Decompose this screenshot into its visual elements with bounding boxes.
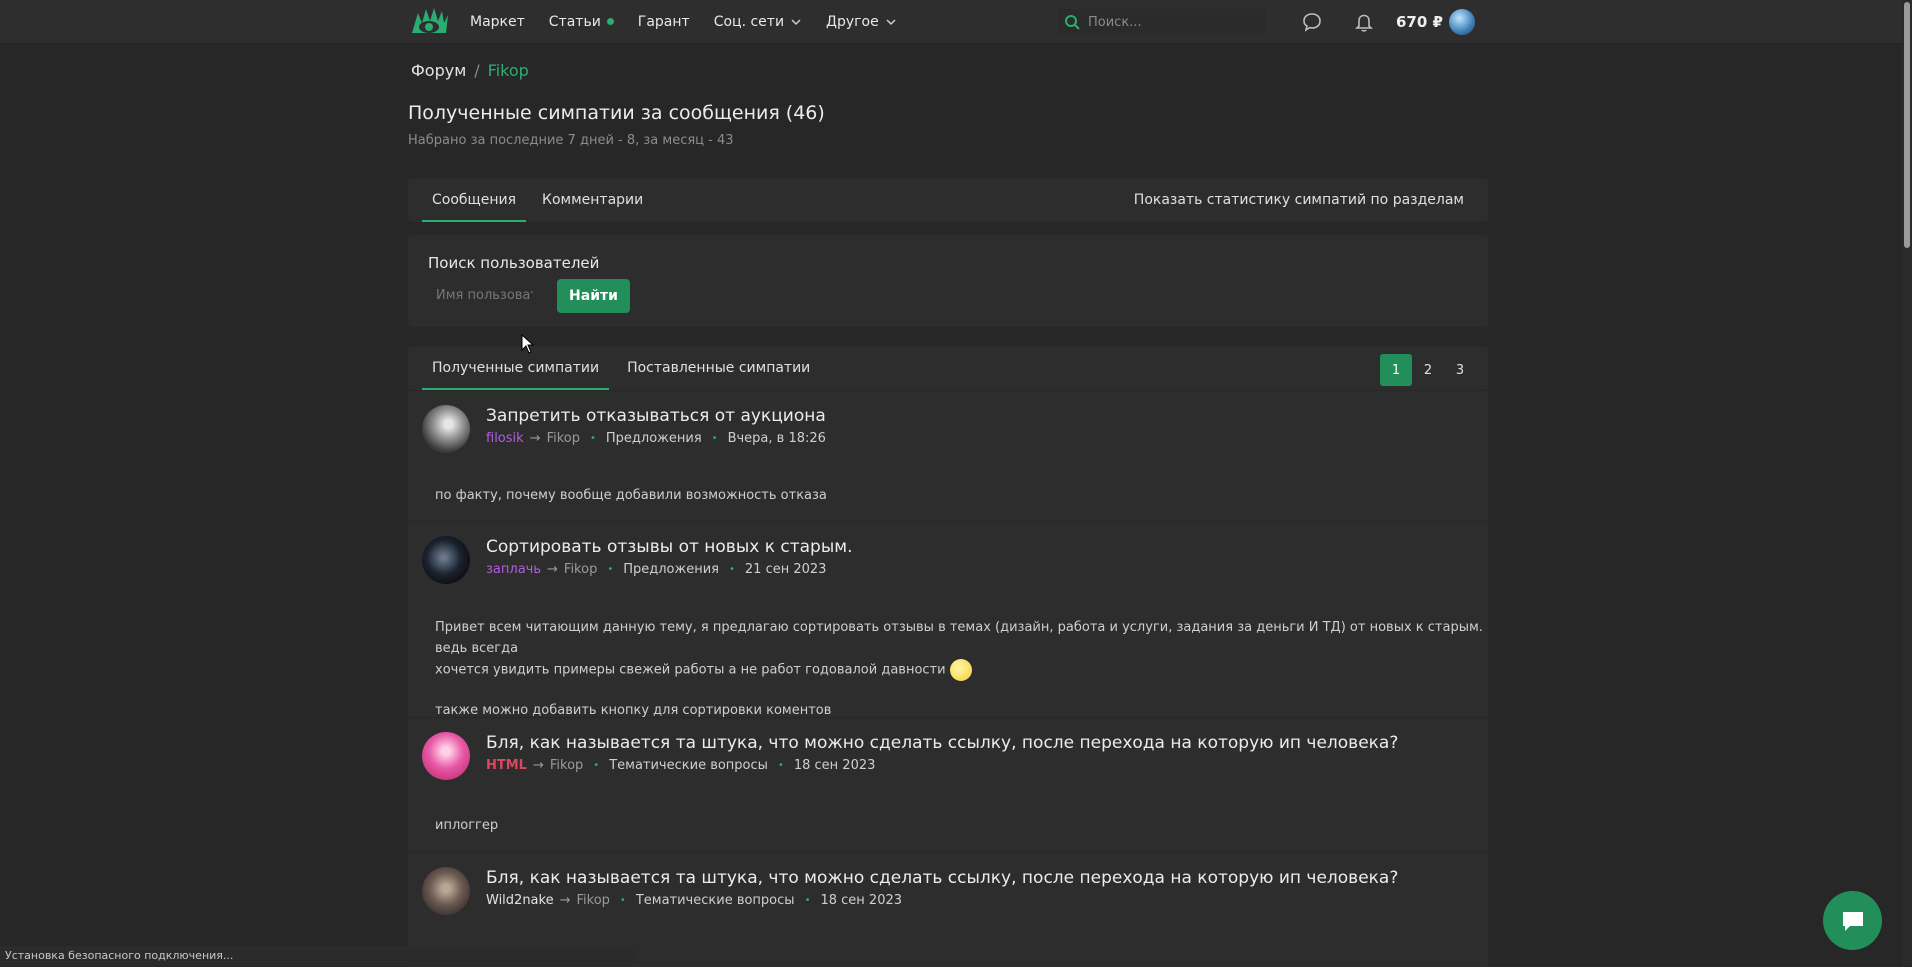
section-link[interactable]: Тематические вопросы: [636, 893, 795, 908]
section-link[interactable]: Тематические вопросы: [609, 758, 768, 773]
target-user-link[interactable]: Fikop: [547, 431, 580, 446]
author-link[interactable]: filosik: [486, 431, 524, 446]
likes-tabs-block: Полученные симпатии Поставленные симпати…: [408, 346, 1488, 391]
page-2-button[interactable]: 2: [1412, 354, 1444, 386]
nav-market[interactable]: Маркет: [470, 14, 525, 30]
post-text-line: иплоггер: [435, 818, 499, 833]
breadcrumb-forum[interactable]: Форум: [411, 61, 466, 80]
tab-given-likes[interactable]: Поставленные симпатии: [617, 346, 820, 390]
author-link[interactable]: заплачь: [486, 562, 541, 577]
post-date[interactable]: 18 сен 2023: [794, 758, 876, 773]
bell-icon[interactable]: [1353, 11, 1375, 33]
browser-status-bar: Установка безопасного подключения...: [0, 946, 634, 966]
messages-icon[interactable]: [1301, 11, 1323, 33]
chevron-down-icon: [886, 18, 896, 25]
list-item: Запретить отказываться от аукциона filos…: [408, 390, 1488, 521]
post-meta: HTML → Fikop • Тематические вопросы • 18…: [486, 758, 875, 773]
arrow-right-icon: →: [529, 431, 541, 446]
post-title[interactable]: Сортировать отзывы от новых к старым.: [486, 537, 853, 557]
meta-separator: •: [607, 564, 614, 575]
post-body: иплоггер: [435, 815, 498, 836]
post-title[interactable]: Запретить отказываться от аукциона: [486, 406, 826, 426]
list-item: Бля, как называется та штука, что можно …: [408, 717, 1488, 852]
nav-articles[interactable]: Статьи: [549, 14, 614, 30]
meta-separator: •: [711, 433, 718, 444]
username-input[interactable]: [428, 280, 541, 310]
avatar[interactable]: [422, 405, 470, 453]
page-1-button[interactable]: 1: [1380, 354, 1412, 386]
find-button[interactable]: Найти: [557, 279, 630, 313]
page-title: Полученные симпатии за сообщения (46): [408, 102, 825, 124]
section-link[interactable]: Предложения: [623, 562, 719, 577]
top-bar: Маркет Статьи Гарант Соц. сети Другое По…: [0, 0, 1902, 44]
post-body: по факту, почему вообще добавили возможн…: [435, 485, 827, 506]
post-text-line: хочется увидить примеры свежей работы а …: [435, 659, 1488, 681]
nav-other[interactable]: Другое: [826, 14, 897, 30]
search-placeholder: Поиск...: [1088, 14, 1142, 30]
meta-separator: •: [590, 433, 596, 444]
header-search[interactable]: Поиск...: [1058, 9, 1266, 35]
post-date[interactable]: 21 сен 2023: [745, 562, 827, 577]
avatar[interactable]: [422, 867, 470, 915]
user-search-label: Поиск пользователей: [428, 254, 600, 272]
main-nav: Маркет Статьи Гарант Соц. сети Другое: [470, 0, 921, 43]
post-date[interactable]: Вчера, в 18:26: [728, 431, 826, 446]
avatar[interactable]: [422, 732, 470, 780]
post-title[interactable]: Бля, как называется та штука, что можно …: [486, 868, 1398, 888]
meta-separator: •: [729, 564, 735, 575]
section-link[interactable]: Предложения: [606, 431, 702, 446]
list-item: Сортировать отзывы от новых к старым. за…: [408, 521, 1488, 718]
breadcrumb-separator: /: [474, 61, 480, 80]
tab-comments[interactable]: Комментарии: [532, 178, 653, 222]
search-icon: [1065, 15, 1080, 30]
arrow-right-icon: →: [559, 893, 571, 908]
page-subtitle: Набрано за последние 7 дней - 8, за меся…: [408, 133, 734, 148]
tab-received-likes[interactable]: Полученные симпатии: [422, 346, 610, 390]
chevron-down-icon: [791, 18, 801, 25]
balance[interactable]: 670 ₽: [1396, 13, 1443, 31]
nav-social[interactable]: Соц. сети: [714, 14, 802, 30]
breadcrumb-user[interactable]: Fikop: [488, 61, 529, 80]
logo-icon[interactable]: [410, 5, 450, 39]
post-meta: Wild2nake → Fikop • Тематические вопросы…: [486, 893, 902, 908]
breadcrumb: Форум / Fikop: [411, 61, 529, 80]
post-title[interactable]: Бля, как называется та штука, что можно …: [486, 733, 1398, 753]
user-search-block: Поиск пользователей Найти: [408, 235, 1488, 327]
mouse-cursor-icon: [521, 334, 535, 354]
post-text-line: по факту, почему вообще добавили возможн…: [435, 488, 827, 503]
stats-by-section-link[interactable]: Показать статистику симпатий по разделам: [1134, 178, 1464, 222]
smile-emoji-icon: [949, 659, 972, 681]
meta-separator: •: [777, 760, 784, 771]
pagination: 1 2 3: [1380, 354, 1476, 386]
chat-button[interactable]: [1823, 891, 1882, 950]
target-user-link[interactable]: Fikop: [577, 893, 610, 908]
meta-separator: •: [804, 895, 811, 906]
scrollbar-thumb[interactable]: [1904, 2, 1910, 248]
new-indicator-dot: [606, 18, 614, 25]
post-date[interactable]: 18 сен 2023: [820, 893, 902, 908]
arrow-right-icon: →: [547, 562, 558, 577]
avatar[interactable]: [422, 536, 470, 584]
user-avatar[interactable]: [1449, 9, 1475, 35]
meta-separator: •: [619, 895, 626, 906]
likes-tabs: Полученные симпатии Поставленные симпати…: [422, 346, 820, 390]
chat-bubble-icon: [1842, 911, 1863, 931]
nav-guarantor[interactable]: Гарант: [638, 14, 690, 30]
tab-messages[interactable]: Сообщения: [422, 178, 527, 222]
author-link[interactable]: Wild2nake: [486, 893, 554, 908]
author-link[interactable]: HTML: [486, 758, 527, 773]
post-meta: заплачь → Fikop • Предложения • 21 сен 2…: [486, 562, 826, 577]
target-user-link[interactable]: Fikop: [564, 562, 597, 577]
type-tabs: Сообщения Комментарии: [422, 178, 653, 222]
target-user-link[interactable]: Fikop: [550, 758, 583, 773]
post-meta: filosik → Fikop • Предложения • Вчера, в…: [486, 431, 826, 446]
meta-separator: •: [593, 760, 600, 771]
type-tabs-block: Сообщения Комментарии Показать статистик…: [408, 178, 1488, 222]
post-text-line: Привет всем читающим данную тему, я пред…: [435, 620, 1483, 656]
post-body: Привет всем читающим данную тему, я пред…: [435, 617, 1488, 721]
arrow-right-icon: →: [532, 758, 544, 773]
scrollbar[interactable]: [1902, 0, 1912, 966]
page-3-button[interactable]: 3: [1444, 354, 1476, 386]
